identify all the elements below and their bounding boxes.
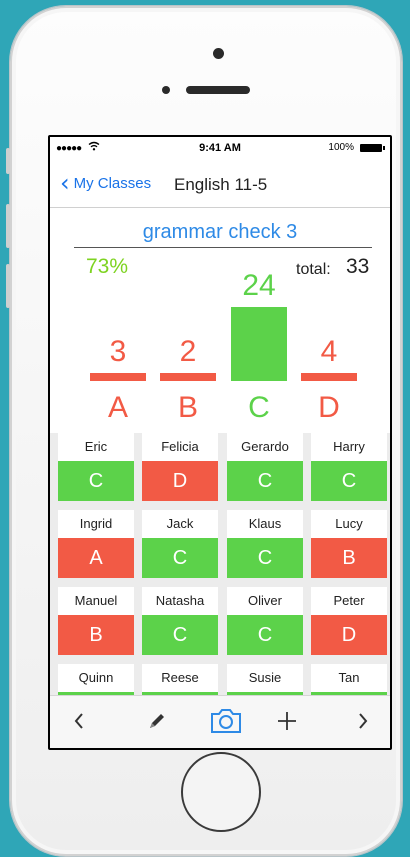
chevron-left-icon: ‹ bbox=[60, 169, 70, 197]
answer-bar-c[interactable] bbox=[231, 307, 287, 381]
front-camera bbox=[213, 48, 224, 59]
student-answer: C bbox=[58, 461, 134, 501]
student-answer: D bbox=[311, 615, 387, 655]
status-bar: ●●●●● 9:41 AM 100% bbox=[50, 137, 390, 159]
student-name: Susie bbox=[227, 664, 303, 692]
back-label: My Classes bbox=[73, 174, 152, 192]
student-answer: A bbox=[58, 538, 134, 578]
student-grid[interactable]: Eric C Felicia D Gerardo C Harry C Ingrid A Jack C K… bbox=[50, 433, 390, 695]
student-cell[interactable]: Susie bbox=[227, 664, 303, 695]
camera-icon[interactable] bbox=[206, 706, 246, 736]
plus-icon[interactable] bbox=[272, 706, 302, 736]
answer-letter-a: A bbox=[107, 391, 128, 424]
student-cell[interactable]: Ingrid A bbox=[58, 510, 134, 586]
answer-letter-b: B bbox=[177, 391, 198, 424]
student-answer: B bbox=[58, 615, 134, 655]
student-answer: B bbox=[311, 538, 387, 578]
answer-bar-d[interactable] bbox=[301, 373, 357, 381]
student-answer: C bbox=[311, 461, 387, 501]
earpiece-speaker bbox=[186, 86, 250, 94]
divider bbox=[74, 247, 372, 248]
student-cell[interactable]: Oliver C bbox=[227, 587, 303, 663]
proximity-sensor bbox=[162, 86, 170, 94]
student-name: Klaus bbox=[227, 510, 303, 538]
app-display: ●●●●● 9:41 AM 100% ‹ My Classes English … bbox=[50, 137, 390, 748]
student-name: Harry bbox=[311, 433, 387, 461]
total-label: total: bbox=[296, 261, 331, 278]
student-cell[interactable]: Quinn bbox=[58, 664, 134, 695]
battery-percent: 100% bbox=[328, 142, 354, 153]
student-name: Peter bbox=[311, 587, 387, 615]
mute-switch bbox=[6, 148, 10, 174]
chevron-left-icon[interactable] bbox=[64, 706, 94, 736]
student-cell[interactable]: Klaus C bbox=[227, 510, 303, 586]
student-name: Natasha bbox=[142, 587, 218, 615]
student-name: Tan bbox=[311, 664, 387, 692]
student-answer: C bbox=[142, 615, 218, 655]
answer-count-c: 24 bbox=[242, 269, 276, 302]
class-title: English 11-5 bbox=[174, 175, 268, 194]
student-name: Eric bbox=[58, 433, 134, 461]
student-name: Jack bbox=[142, 510, 218, 538]
student-name: Quinn bbox=[58, 664, 134, 692]
student-answer: C bbox=[142, 538, 218, 578]
student-name: Felicia bbox=[142, 433, 218, 461]
student-cell[interactable]: Reese bbox=[142, 664, 218, 695]
total-value: 33 bbox=[346, 255, 370, 278]
student-name: Gerardo bbox=[227, 433, 303, 461]
phone-frame: ●●●●● 9:41 AM 100% ‹ My Classes English … bbox=[6, 6, 402, 856]
answer-bar-b[interactable] bbox=[160, 373, 216, 381]
answer-letter-d: D bbox=[318, 391, 340, 424]
student-name: Reese bbox=[142, 664, 218, 692]
student-answer: D bbox=[142, 461, 218, 501]
student-cell[interactable]: Natasha C bbox=[142, 587, 218, 663]
student-cell[interactable]: Tan bbox=[311, 664, 387, 695]
answer-count-d: 4 bbox=[320, 335, 338, 368]
student-cell[interactable]: Peter D bbox=[311, 587, 387, 663]
volume-up-button bbox=[6, 204, 10, 248]
battery-icon bbox=[360, 144, 385, 152]
student-answer: C bbox=[227, 461, 303, 501]
answer-letter-c: C bbox=[248, 391, 270, 424]
student-cell[interactable]: Gerardo C bbox=[227, 433, 303, 509]
quiz-title[interactable]: grammar check 3 bbox=[50, 221, 390, 244]
student-cell[interactable]: Felicia D bbox=[142, 433, 218, 509]
navigation-bar: ‹ My Classes English 11-5 bbox=[50, 159, 390, 208]
bottom-toolbar bbox=[50, 695, 390, 748]
answer-count-a: 3 bbox=[109, 335, 127, 368]
answer-count-b: 2 bbox=[179, 335, 197, 368]
student-name: Ingrid bbox=[58, 510, 134, 538]
student-cell[interactable]: Lucy B bbox=[311, 510, 387, 586]
student-name: Manuel bbox=[58, 587, 134, 615]
back-button[interactable]: ‹ My Classes bbox=[60, 169, 152, 197]
student-name: Oliver bbox=[227, 587, 303, 615]
screen-bezel: ●●●●● 9:41 AM 100% ‹ My Classes English … bbox=[48, 135, 392, 750]
student-name: Lucy bbox=[311, 510, 387, 538]
volume-down-button bbox=[6, 264, 10, 308]
percent-correct: 73% bbox=[86, 255, 129, 278]
student-cell[interactable]: Harry C bbox=[311, 433, 387, 509]
answer-bar-a[interactable] bbox=[90, 373, 146, 381]
chevron-right-icon[interactable] bbox=[348, 706, 378, 736]
pencil-icon[interactable] bbox=[142, 706, 172, 736]
student-answer: C bbox=[227, 538, 303, 578]
student-cell[interactable]: Manuel B bbox=[58, 587, 134, 663]
student-cell[interactable]: Jack C bbox=[142, 510, 218, 586]
student-cell[interactable]: Eric C bbox=[58, 433, 134, 509]
student-answer: C bbox=[227, 615, 303, 655]
home-button[interactable] bbox=[181, 752, 261, 832]
